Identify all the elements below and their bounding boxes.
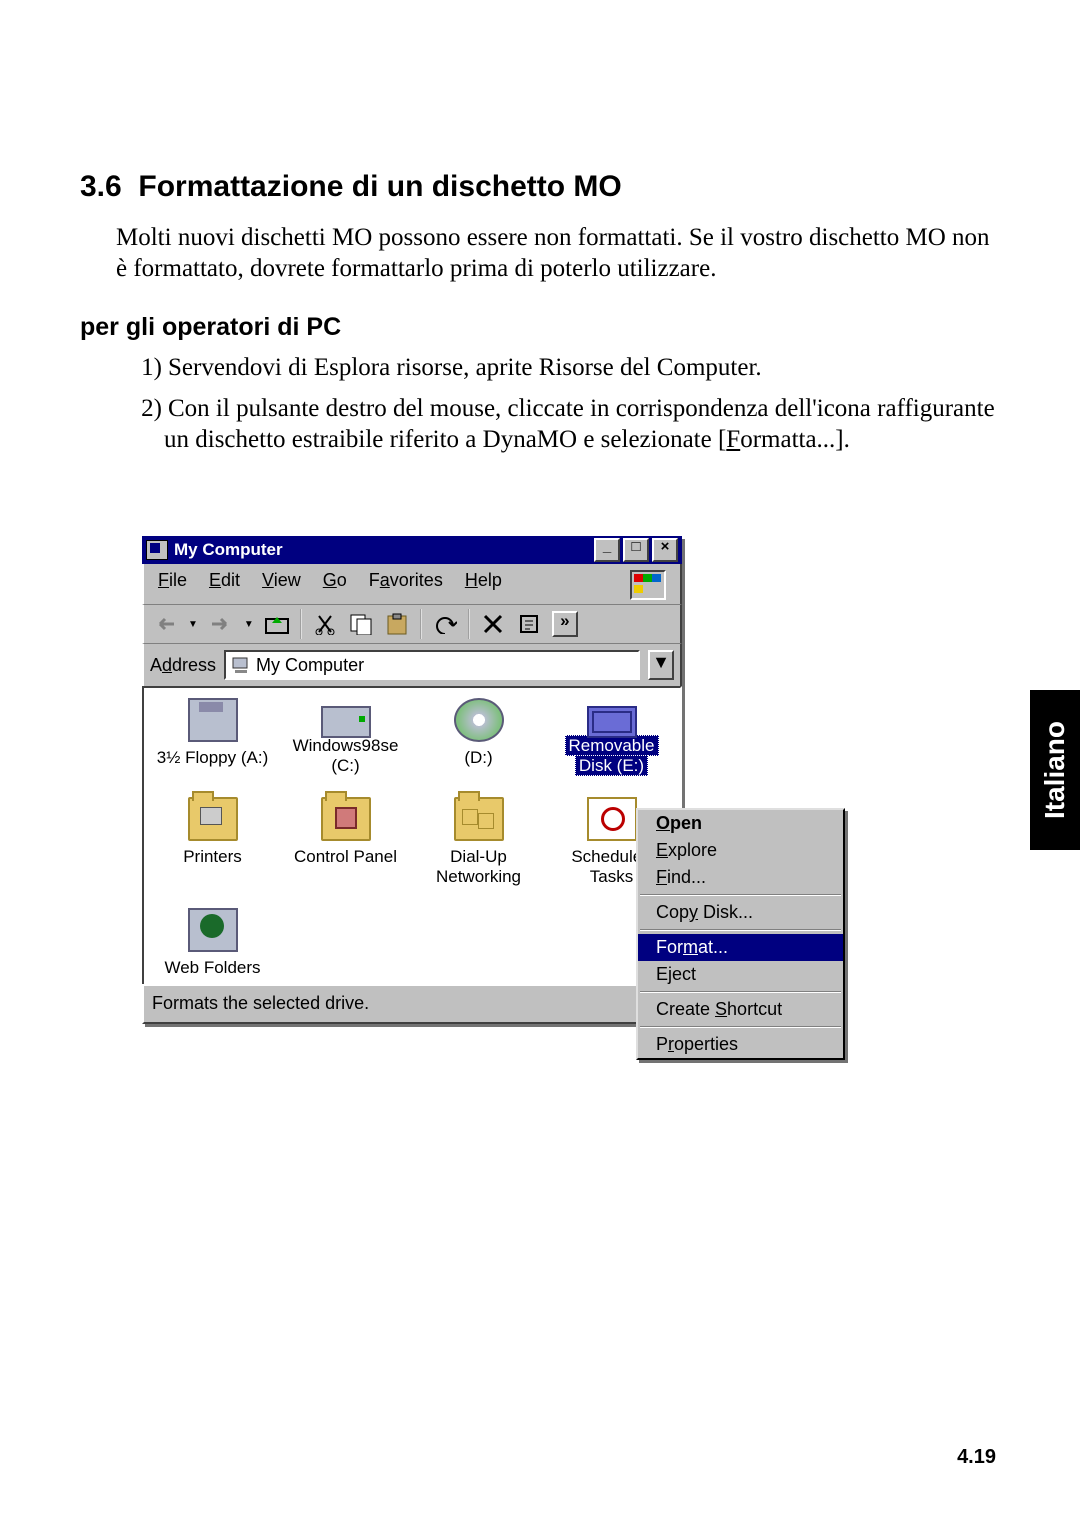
back-dropdown[interactable]: ▼ bbox=[188, 619, 198, 630]
floppy-icon bbox=[188, 698, 238, 742]
properties-button[interactable] bbox=[516, 611, 542, 637]
copy-button[interactable] bbox=[348, 611, 374, 637]
dialup-icon bbox=[454, 797, 504, 841]
menu-find[interactable]: Find... bbox=[638, 864, 843, 891]
up-button[interactable] bbox=[264, 611, 290, 637]
back-button[interactable] bbox=[152, 611, 178, 637]
web-folders-icon bbox=[188, 908, 238, 952]
toolbar-separator bbox=[300, 609, 302, 639]
drive-floppy-a[interactable]: 3½ Floppy (A:) bbox=[146, 694, 279, 779]
document-page: 3.6 Formattazione di un dischetto MO Mol… bbox=[0, 0, 1080, 455]
toolbar-overflow-button[interactable]: » bbox=[552, 611, 578, 637]
icon-label: Windows98se (C:) bbox=[281, 736, 410, 775]
icon-label-line2: Tasks bbox=[590, 867, 633, 886]
printers-icon bbox=[188, 797, 238, 841]
address-field[interactable]: My Computer bbox=[224, 650, 640, 680]
icon-label: Control Panel bbox=[294, 847, 397, 867]
section-title: Formattazione di un dischetto MO bbox=[138, 170, 621, 203]
step-2-text-b: ormatta...]. bbox=[740, 426, 850, 453]
delete-button[interactable] bbox=[480, 611, 506, 637]
icon-label: 3½ Floppy (A:) bbox=[157, 748, 269, 768]
system-menu-icon[interactable] bbox=[146, 540, 168, 560]
page-number: 4.19 bbox=[957, 1446, 996, 1469]
step-2-underline: F bbox=[726, 426, 740, 453]
folder-control-panel[interactable]: Control Panel bbox=[279, 793, 412, 890]
step-number: 1) bbox=[128, 352, 168, 383]
icon-label: (D:) bbox=[464, 748, 492, 768]
menu-separator bbox=[640, 1026, 841, 1028]
icon-label-line2: Networking bbox=[436, 867, 521, 886]
icon-label: Printers bbox=[183, 847, 242, 867]
drive-cd-d[interactable]: (D:) bbox=[412, 694, 545, 779]
titlebar[interactable]: My Computer _ □ × bbox=[142, 536, 682, 564]
icon-label-line2: Disk (E:) bbox=[575, 755, 648, 776]
step-1-text: Servendovi di Esplora risorse, aprite Ri… bbox=[168, 354, 762, 381]
folder-printers[interactable]: Printers bbox=[146, 793, 279, 890]
windows-flag-icon bbox=[630, 570, 666, 600]
menu-file[interactable]: File bbox=[158, 570, 187, 600]
menubar: File Edit View Go Favorites Help bbox=[142, 564, 682, 604]
icon-label: Web Folders bbox=[164, 958, 260, 978]
context-menu: Open Explore Find... Copy Disk... Format… bbox=[636, 808, 845, 1060]
menu-eject[interactable]: Eject bbox=[638, 961, 843, 988]
maximize-button[interactable]: □ bbox=[623, 538, 649, 562]
menu-properties[interactable]: Properties bbox=[638, 1031, 843, 1058]
close-button[interactable]: × bbox=[652, 538, 678, 562]
step-number: 2) bbox=[128, 393, 168, 424]
menu-view[interactable]: View bbox=[262, 570, 301, 600]
folder-web-folders[interactable]: Web Folders bbox=[146, 904, 279, 982]
language-tab: Italiano bbox=[1030, 690, 1080, 850]
menu-separator bbox=[640, 929, 841, 931]
subsection-heading: per gli operatori di PC bbox=[80, 313, 1000, 342]
window-title: My Computer bbox=[174, 540, 594, 560]
cut-button[interactable] bbox=[312, 611, 338, 637]
toolbar-separator bbox=[420, 609, 422, 639]
scheduled-tasks-icon bbox=[587, 797, 637, 841]
mycomputer-window: My Computer _ □ × File Edit View Go Favo… bbox=[142, 536, 682, 1024]
menu-open[interactable]: Open bbox=[638, 810, 843, 837]
menu-explore[interactable]: Explore bbox=[638, 837, 843, 864]
menu-favorites[interactable]: Favorites bbox=[369, 570, 443, 600]
toolbar: ▼ ▼ bbox=[142, 604, 682, 643]
icon-area[interactable]: 3½ Floppy (A:) Windows98se (C:) (D:) Rem… bbox=[142, 686, 682, 984]
menu-separator bbox=[640, 894, 841, 896]
drive-hdd-c[interactable]: Windows98se (C:) bbox=[279, 694, 412, 779]
section-number: 3.6 bbox=[80, 170, 122, 203]
toolbar-separator bbox=[468, 609, 470, 639]
status-text: Formats the selected drive. bbox=[152, 993, 369, 1014]
control-panel-icon bbox=[321, 797, 371, 841]
menu-separator bbox=[640, 991, 841, 993]
menu-edit[interactable]: Edit bbox=[209, 570, 240, 600]
forward-button[interactable] bbox=[208, 611, 234, 637]
cd-icon bbox=[454, 698, 504, 742]
icon-label-line1: Dial-Up bbox=[450, 847, 507, 866]
address-dropdown-button[interactable]: ▼ bbox=[648, 650, 674, 680]
removable-disk-icon bbox=[587, 706, 637, 738]
step-2: 2)Con il pulsante destro del mouse, clic… bbox=[128, 393, 1000, 456]
menu-help[interactable]: Help bbox=[465, 570, 502, 600]
step-1: 1)Servendovi di Esplora risorse, aprite … bbox=[128, 352, 1000, 383]
paste-button[interactable] bbox=[384, 611, 410, 637]
menu-create-shortcut[interactable]: Create Shortcut bbox=[638, 996, 843, 1023]
section-heading: 3.6 Formattazione di un dischetto MO bbox=[80, 170, 1000, 204]
folder-dialup[interactable]: Dial-Up Networking bbox=[412, 793, 545, 890]
address-label: Address bbox=[150, 655, 216, 676]
address-value: My Computer bbox=[256, 655, 364, 676]
mycomputer-icon bbox=[232, 657, 250, 673]
step-2-text-a: Con il pulsante destro del mouse, clicca… bbox=[164, 395, 995, 453]
menu-go[interactable]: Go bbox=[323, 570, 347, 600]
intro-paragraph: Molti nuovi dischetti MO possono essere … bbox=[116, 222, 1000, 285]
hdd-icon bbox=[321, 706, 371, 738]
drive-removable-e[interactable]: Removable Disk (E:) bbox=[545, 694, 678, 779]
menu-copy-disk[interactable]: Copy Disk... bbox=[638, 899, 843, 926]
address-bar: Address My Computer ▼ bbox=[142, 643, 682, 686]
icon-label-line1: Removable bbox=[565, 735, 659, 756]
undo-button[interactable] bbox=[432, 611, 458, 637]
status-bar: Formats the selected drive. bbox=[142, 984, 682, 1024]
forward-dropdown[interactable]: ▼ bbox=[244, 619, 254, 630]
minimize-button[interactable]: _ bbox=[594, 538, 620, 562]
menu-format[interactable]: Format... bbox=[638, 934, 843, 961]
